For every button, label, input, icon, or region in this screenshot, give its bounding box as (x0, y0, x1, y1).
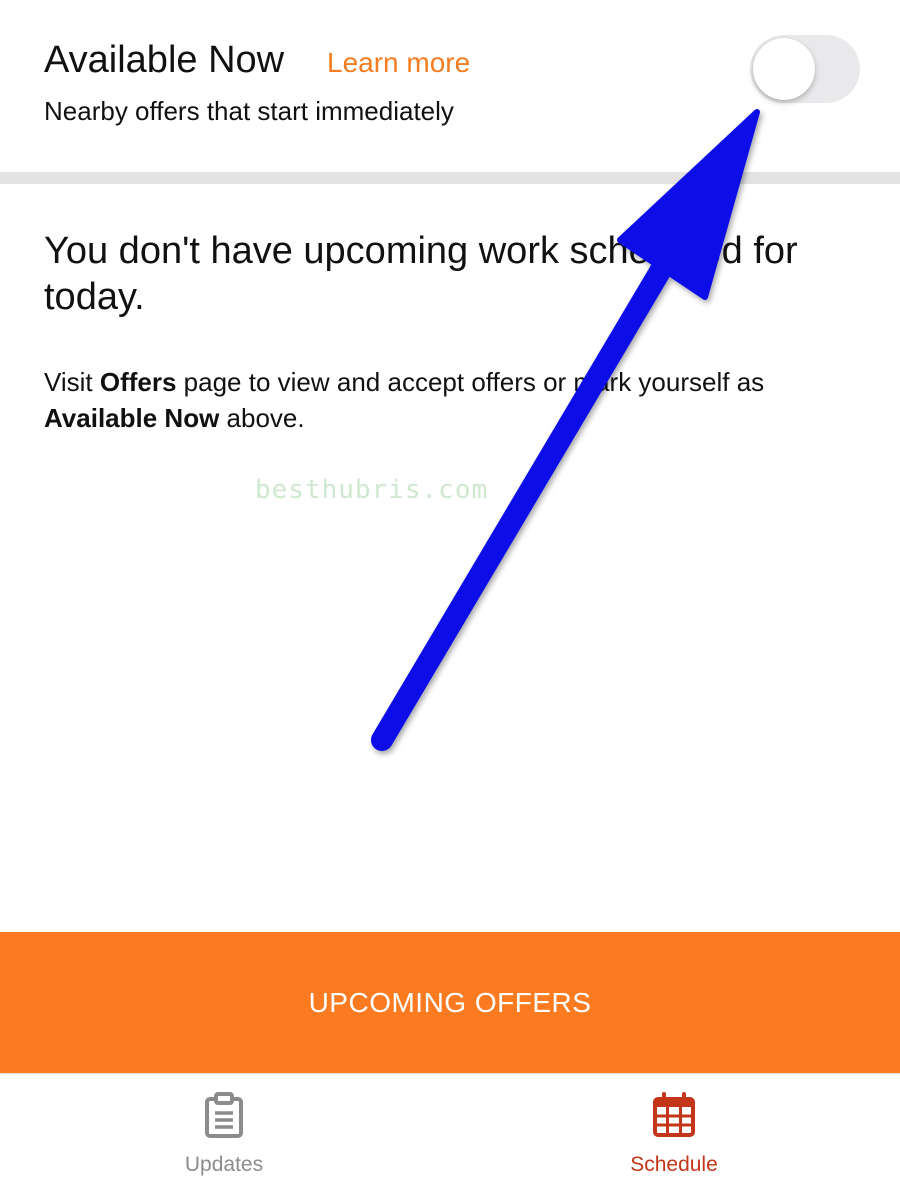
learn-more-link[interactable]: Learn more (327, 46, 470, 80)
tab-label: Schedule (630, 1153, 718, 1176)
calendar-icon (653, 1092, 695, 1137)
tab-schedule[interactable]: Schedule (574, 1074, 774, 1180)
empty-state-heading: You don't have upcoming work scheduled f… (44, 230, 798, 318)
upcoming-offers-button[interactable]: UPCOMING OFFERS (0, 932, 900, 1073)
body-text: Visit (44, 367, 100, 397)
watermark: besthubris.com (255, 475, 489, 505)
toggle-knob (753, 38, 815, 100)
available-now-toggle[interactable] (750, 35, 860, 103)
schedule-screen: Available Now Learn more Nearby offers t… (0, 0, 900, 1180)
tab-updates[interactable]: Updates (124, 1074, 324, 1180)
offers-emphasis: Offers (99, 367, 177, 397)
empty-state-body: Visit Offers page to view and accept off… (44, 364, 864, 436)
available-now-title: Available Now (44, 39, 285, 81)
available-now-emphasis: Available Now (44, 403, 220, 433)
tab-bar: Updates Schedule (0, 1073, 900, 1180)
body-text: page to view and accept offers or mark y… (176, 367, 765, 397)
tab-label: Updates (184, 1153, 264, 1176)
clipboard-icon (205, 1092, 243, 1138)
body-text: above. (219, 403, 305, 433)
section-divider (0, 172, 900, 184)
available-now-subtitle: Nearby offers that start immediately (44, 96, 454, 126)
